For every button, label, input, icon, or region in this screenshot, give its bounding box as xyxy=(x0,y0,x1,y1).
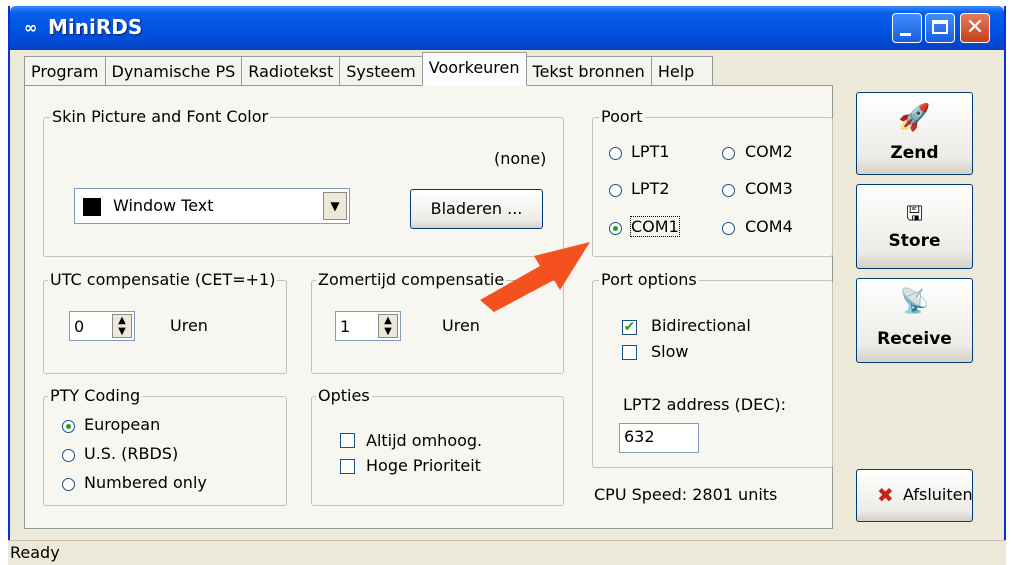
spinner-arrows-icon[interactable]: ▲ ▼ xyxy=(378,314,398,338)
pty-numbered-label: Numbered only xyxy=(84,473,207,492)
skin-picture-value: (none) xyxy=(494,149,547,168)
utc-group-legend: UTC compensatie (CET=+1) xyxy=(48,270,278,289)
title-bar[interactable]: ∞ MiniRDS ✕ xyxy=(10,6,1004,50)
port-com4-radio[interactable] xyxy=(722,222,735,235)
port-com2-radio[interactable] xyxy=(722,147,735,160)
store-button[interactable]: 🖫 Store xyxy=(856,184,973,269)
hoge-prioriteit-label: Hoge Prioriteit xyxy=(366,456,481,475)
pty-european-radio[interactable] xyxy=(62,420,75,433)
minimize-icon xyxy=(900,33,911,36)
exit-button-label: Afsluiten xyxy=(903,485,973,504)
minimize-button[interactable] xyxy=(892,13,922,43)
hoge-prioriteit-checkbox[interactable] xyxy=(340,459,355,474)
send-button[interactable]: 🚀 Zend xyxy=(856,92,973,175)
status-bar: Ready xyxy=(8,540,1006,565)
maximize-button[interactable] xyxy=(925,13,955,43)
utc-spinner[interactable]: 0 ▲ ▼ xyxy=(69,311,135,341)
font-color-value: Window Text xyxy=(113,196,214,215)
bidirectional-checkbox[interactable]: ✔ xyxy=(622,320,637,335)
port-com2-label: COM2 xyxy=(745,142,793,161)
receive-button-label: Receive xyxy=(877,329,952,349)
tab-systeem[interactable]: Systeem xyxy=(339,56,423,86)
antenna-icon: 📡 xyxy=(899,287,930,315)
spinner-arrows-icon[interactable]: ▲ ▼ xyxy=(112,314,132,338)
pty-us-rbds-label: U.S. (RBDS) xyxy=(84,444,179,463)
exit-x-icon: ✖ xyxy=(877,483,894,507)
port-lpt1-radio[interactable] xyxy=(609,147,622,160)
cpu-speed-label: CPU Speed: 2801 units xyxy=(594,485,778,504)
floppy-disk-icon: 🖫 xyxy=(905,201,924,225)
color-swatch xyxy=(83,198,101,216)
port-lpt2-label: LPT2 xyxy=(631,179,670,198)
tab-program[interactable]: Program xyxy=(24,56,106,86)
port-options-group: Port options ✔ Bidirectional Slow LPT2 a… xyxy=(592,270,833,468)
skin-group-legend: Skin Picture and Font Color xyxy=(50,107,271,126)
chevron-down-icon[interactable]: ▼ xyxy=(323,192,347,220)
receive-button[interactable]: 📡 Receive xyxy=(856,278,973,363)
lpt2-address-label: LPT2 address (DEC): xyxy=(623,395,787,414)
app-logo-icon: ∞ xyxy=(24,18,38,37)
utc-group: UTC compensatie (CET=+1) 0 ▲ ▼ Uren xyxy=(43,270,287,374)
pty-group-legend: PTY Coding xyxy=(48,386,143,405)
port-options-legend: Port options xyxy=(599,270,699,289)
rocket-icon: 🚀 xyxy=(898,103,931,133)
tab-strip: Program Dynamische PS Radiotekst Systeem… xyxy=(24,52,714,86)
port-com3-label: COM3 xyxy=(745,179,793,198)
font-color-select[interactable]: Window Text ▼ xyxy=(74,188,350,224)
exit-button[interactable]: ✖ Afsluiten xyxy=(856,469,973,522)
poort-group: Poort LPT1 COM2 LPT2 COM3 COM1 COM4 xyxy=(592,107,833,257)
opties-group: Opties Altijd omhoog. Hoge Prioriteit xyxy=(311,386,564,506)
annotation-arrow-shape xyxy=(480,242,590,312)
utc-unit-label: Uren xyxy=(170,316,208,335)
pty-european-label: European xyxy=(84,415,161,434)
port-com1-radio[interactable] xyxy=(609,222,622,235)
tab-voorkeuren[interactable]: Voorkeuren xyxy=(421,52,527,86)
status-text: Ready xyxy=(10,543,60,562)
utc-value: 0 xyxy=(74,317,85,336)
annotation-arrow xyxy=(480,242,590,312)
tab-tekst-bronnen[interactable]: Tekst bronnen xyxy=(525,56,652,86)
dst-unit-label: Uren xyxy=(442,316,480,335)
close-icon: ✕ xyxy=(965,15,985,40)
poort-group-legend: Poort xyxy=(599,107,645,126)
port-lpt2-radio[interactable] xyxy=(609,184,622,197)
send-button-label: Zend xyxy=(890,143,939,163)
lpt2-address-value: 632 xyxy=(624,427,655,446)
port-lpt1-label: LPT1 xyxy=(631,142,670,161)
pty-us-rbds-radio[interactable] xyxy=(62,449,75,462)
port-com1-label: COM1 xyxy=(630,216,680,237)
voorkeuren-panel: Skin Picture and Font Color (none) Windo… xyxy=(24,85,833,529)
port-com3-radio[interactable] xyxy=(722,184,735,197)
maximize-icon xyxy=(932,20,948,34)
store-button-label: Store xyxy=(888,231,941,251)
slow-label: Slow xyxy=(651,342,689,361)
pty-numbered-radio[interactable] xyxy=(62,478,75,491)
bidirectional-label: Bidirectional xyxy=(651,316,751,335)
slow-checkbox[interactable] xyxy=(622,345,637,360)
dst-spinner[interactable]: 1 ▲ ▼ xyxy=(335,311,401,341)
close-button[interactable]: ✕ xyxy=(960,13,990,43)
browse-button[interactable]: Bladeren ... xyxy=(410,189,543,229)
dst-value: 1 xyxy=(340,317,351,336)
window-title: MiniRDS xyxy=(48,15,143,39)
tab-radiotekst[interactable]: Radiotekst xyxy=(241,56,341,86)
pty-coding-group: PTY Coding European U.S. (RBDS) Numbered… xyxy=(43,386,287,506)
altijd-omhoog-checkbox[interactable] xyxy=(340,433,355,448)
altijd-omhoog-label: Altijd omhoog. xyxy=(366,431,483,450)
tab-help[interactable]: Help xyxy=(650,56,714,86)
opties-group-legend: Opties xyxy=(316,386,372,405)
browse-button-label: Bladeren ... xyxy=(430,199,523,218)
port-com4-label: COM4 xyxy=(745,217,793,236)
lpt2-address-input[interactable]: 632 xyxy=(619,423,699,453)
tab-dynamische-ps[interactable]: Dynamische PS xyxy=(104,56,243,86)
